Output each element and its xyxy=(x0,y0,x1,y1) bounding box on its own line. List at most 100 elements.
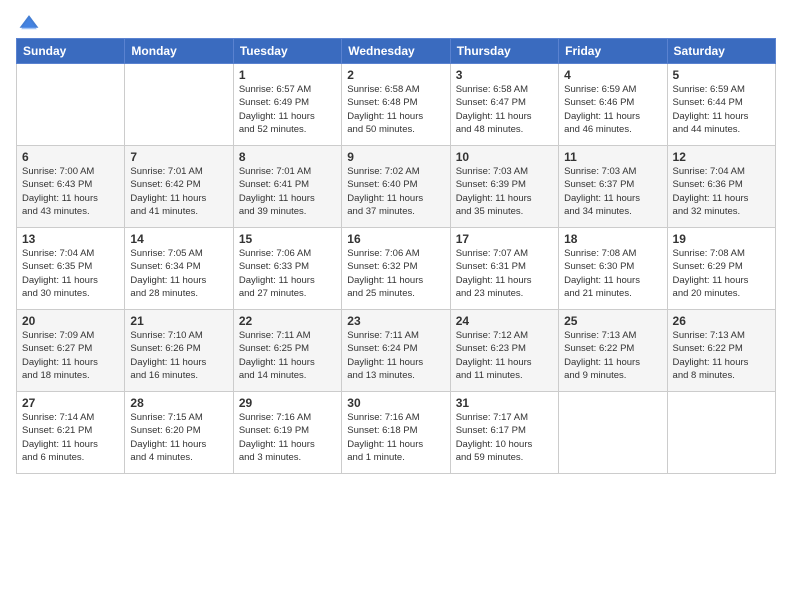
calendar-cell: 7Sunrise: 7:01 AM Sunset: 6:42 PM Daylig… xyxy=(125,146,233,228)
day-number: 10 xyxy=(456,150,553,164)
calendar-cell: 20Sunrise: 7:09 AM Sunset: 6:27 PM Dayli… xyxy=(17,310,125,392)
day-number: 19 xyxy=(673,232,770,246)
calendar-cell: 26Sunrise: 7:13 AM Sunset: 6:22 PM Dayli… xyxy=(667,310,775,392)
day-number: 7 xyxy=(130,150,227,164)
day-detail: Sunrise: 7:15 AM Sunset: 6:20 PM Dayligh… xyxy=(130,411,227,464)
calendar-cell xyxy=(667,392,775,474)
day-detail: Sunrise: 7:12 AM Sunset: 6:23 PM Dayligh… xyxy=(456,329,553,382)
calendar-cell: 12Sunrise: 7:04 AM Sunset: 6:36 PM Dayli… xyxy=(667,146,775,228)
col-header-tuesday: Tuesday xyxy=(233,39,341,64)
calendar-week-row: 13Sunrise: 7:04 AM Sunset: 6:35 PM Dayli… xyxy=(17,228,776,310)
calendar-header-row: SundayMondayTuesdayWednesdayThursdayFrid… xyxy=(17,39,776,64)
day-number: 20 xyxy=(22,314,119,328)
calendar-cell: 27Sunrise: 7:14 AM Sunset: 6:21 PM Dayli… xyxy=(17,392,125,474)
day-detail: Sunrise: 7:17 AM Sunset: 6:17 PM Dayligh… xyxy=(456,411,553,464)
calendar-cell: 10Sunrise: 7:03 AM Sunset: 6:39 PM Dayli… xyxy=(450,146,558,228)
calendar-week-row: 1Sunrise: 6:57 AM Sunset: 6:49 PM Daylig… xyxy=(17,64,776,146)
day-number: 5 xyxy=(673,68,770,82)
day-detail: Sunrise: 7:03 AM Sunset: 6:39 PM Dayligh… xyxy=(456,165,553,218)
day-number: 16 xyxy=(347,232,444,246)
calendar-cell: 3Sunrise: 6:58 AM Sunset: 6:47 PM Daylig… xyxy=(450,64,558,146)
day-number: 15 xyxy=(239,232,336,246)
day-number: 25 xyxy=(564,314,661,328)
calendar-cell: 25Sunrise: 7:13 AM Sunset: 6:22 PM Dayli… xyxy=(559,310,667,392)
calendar-cell: 14Sunrise: 7:05 AM Sunset: 6:34 PM Dayli… xyxy=(125,228,233,310)
header xyxy=(16,12,776,34)
col-header-saturday: Saturday xyxy=(667,39,775,64)
day-number: 27 xyxy=(22,396,119,410)
calendar-cell: 22Sunrise: 7:11 AM Sunset: 6:25 PM Dayli… xyxy=(233,310,341,392)
calendar-cell: 8Sunrise: 7:01 AM Sunset: 6:41 PM Daylig… xyxy=(233,146,341,228)
col-header-thursday: Thursday xyxy=(450,39,558,64)
day-detail: Sunrise: 6:59 AM Sunset: 6:44 PM Dayligh… xyxy=(673,83,770,136)
day-number: 14 xyxy=(130,232,227,246)
day-number: 23 xyxy=(347,314,444,328)
calendar-table: SundayMondayTuesdayWednesdayThursdayFrid… xyxy=(16,38,776,474)
calendar-cell: 1Sunrise: 6:57 AM Sunset: 6:49 PM Daylig… xyxy=(233,64,341,146)
day-number: 1 xyxy=(239,68,336,82)
calendar-week-row: 6Sunrise: 7:00 AM Sunset: 6:43 PM Daylig… xyxy=(17,146,776,228)
day-detail: Sunrise: 7:00 AM Sunset: 6:43 PM Dayligh… xyxy=(22,165,119,218)
day-detail: Sunrise: 7:16 AM Sunset: 6:18 PM Dayligh… xyxy=(347,411,444,464)
day-detail: Sunrise: 7:13 AM Sunset: 6:22 PM Dayligh… xyxy=(673,329,770,382)
day-number: 31 xyxy=(456,396,553,410)
calendar-cell: 11Sunrise: 7:03 AM Sunset: 6:37 PM Dayli… xyxy=(559,146,667,228)
day-detail: Sunrise: 7:16 AM Sunset: 6:19 PM Dayligh… xyxy=(239,411,336,464)
logo xyxy=(16,12,40,34)
col-header-sunday: Sunday xyxy=(17,39,125,64)
day-number: 8 xyxy=(239,150,336,164)
day-number: 11 xyxy=(564,150,661,164)
calendar-cell: 16Sunrise: 7:06 AM Sunset: 6:32 PM Dayli… xyxy=(342,228,450,310)
calendar-week-row: 20Sunrise: 7:09 AM Sunset: 6:27 PM Dayli… xyxy=(17,310,776,392)
day-detail: Sunrise: 7:11 AM Sunset: 6:24 PM Dayligh… xyxy=(347,329,444,382)
day-number: 30 xyxy=(347,396,444,410)
calendar-cell xyxy=(559,392,667,474)
day-detail: Sunrise: 7:04 AM Sunset: 6:35 PM Dayligh… xyxy=(22,247,119,300)
calendar-cell: 17Sunrise: 7:07 AM Sunset: 6:31 PM Dayli… xyxy=(450,228,558,310)
col-header-wednesday: Wednesday xyxy=(342,39,450,64)
day-number: 24 xyxy=(456,314,553,328)
day-detail: Sunrise: 7:06 AM Sunset: 6:33 PM Dayligh… xyxy=(239,247,336,300)
col-header-monday: Monday xyxy=(125,39,233,64)
day-number: 28 xyxy=(130,396,227,410)
page-container: SundayMondayTuesdayWednesdayThursdayFrid… xyxy=(0,0,792,484)
day-number: 2 xyxy=(347,68,444,82)
day-detail: Sunrise: 7:10 AM Sunset: 6:26 PM Dayligh… xyxy=(130,329,227,382)
day-detail: Sunrise: 6:58 AM Sunset: 6:48 PM Dayligh… xyxy=(347,83,444,136)
day-detail: Sunrise: 7:11 AM Sunset: 6:25 PM Dayligh… xyxy=(239,329,336,382)
day-number: 26 xyxy=(673,314,770,328)
calendar-cell: 18Sunrise: 7:08 AM Sunset: 6:30 PM Dayli… xyxy=(559,228,667,310)
calendar-week-row: 27Sunrise: 7:14 AM Sunset: 6:21 PM Dayli… xyxy=(17,392,776,474)
calendar-cell: 6Sunrise: 7:00 AM Sunset: 6:43 PM Daylig… xyxy=(17,146,125,228)
calendar-cell: 30Sunrise: 7:16 AM Sunset: 6:18 PM Dayli… xyxy=(342,392,450,474)
day-number: 29 xyxy=(239,396,336,410)
calendar-cell: 28Sunrise: 7:15 AM Sunset: 6:20 PM Dayli… xyxy=(125,392,233,474)
day-number: 3 xyxy=(456,68,553,82)
calendar-cell: 13Sunrise: 7:04 AM Sunset: 6:35 PM Dayli… xyxy=(17,228,125,310)
day-detail: Sunrise: 7:04 AM Sunset: 6:36 PM Dayligh… xyxy=(673,165,770,218)
day-detail: Sunrise: 6:59 AM Sunset: 6:46 PM Dayligh… xyxy=(564,83,661,136)
day-detail: Sunrise: 7:14 AM Sunset: 6:21 PM Dayligh… xyxy=(22,411,119,464)
day-detail: Sunrise: 7:08 AM Sunset: 6:29 PM Dayligh… xyxy=(673,247,770,300)
calendar-cell: 24Sunrise: 7:12 AM Sunset: 6:23 PM Dayli… xyxy=(450,310,558,392)
calendar-cell: 4Sunrise: 6:59 AM Sunset: 6:46 PM Daylig… xyxy=(559,64,667,146)
calendar-cell: 15Sunrise: 7:06 AM Sunset: 6:33 PM Dayli… xyxy=(233,228,341,310)
day-detail: Sunrise: 7:06 AM Sunset: 6:32 PM Dayligh… xyxy=(347,247,444,300)
calendar-cell: 5Sunrise: 6:59 AM Sunset: 6:44 PM Daylig… xyxy=(667,64,775,146)
day-detail: Sunrise: 6:58 AM Sunset: 6:47 PM Dayligh… xyxy=(456,83,553,136)
day-detail: Sunrise: 7:09 AM Sunset: 6:27 PM Dayligh… xyxy=(22,329,119,382)
day-number: 17 xyxy=(456,232,553,246)
day-detail: Sunrise: 6:57 AM Sunset: 6:49 PM Dayligh… xyxy=(239,83,336,136)
calendar-cell: 2Sunrise: 6:58 AM Sunset: 6:48 PM Daylig… xyxy=(342,64,450,146)
day-number: 18 xyxy=(564,232,661,246)
calendar-cell: 21Sunrise: 7:10 AM Sunset: 6:26 PM Dayli… xyxy=(125,310,233,392)
day-number: 13 xyxy=(22,232,119,246)
day-number: 21 xyxy=(130,314,227,328)
day-number: 12 xyxy=(673,150,770,164)
col-header-friday: Friday xyxy=(559,39,667,64)
calendar-cell: 19Sunrise: 7:08 AM Sunset: 6:29 PM Dayli… xyxy=(667,228,775,310)
day-detail: Sunrise: 7:01 AM Sunset: 6:42 PM Dayligh… xyxy=(130,165,227,218)
day-number: 22 xyxy=(239,314,336,328)
day-detail: Sunrise: 7:05 AM Sunset: 6:34 PM Dayligh… xyxy=(130,247,227,300)
calendar-cell: 9Sunrise: 7:02 AM Sunset: 6:40 PM Daylig… xyxy=(342,146,450,228)
